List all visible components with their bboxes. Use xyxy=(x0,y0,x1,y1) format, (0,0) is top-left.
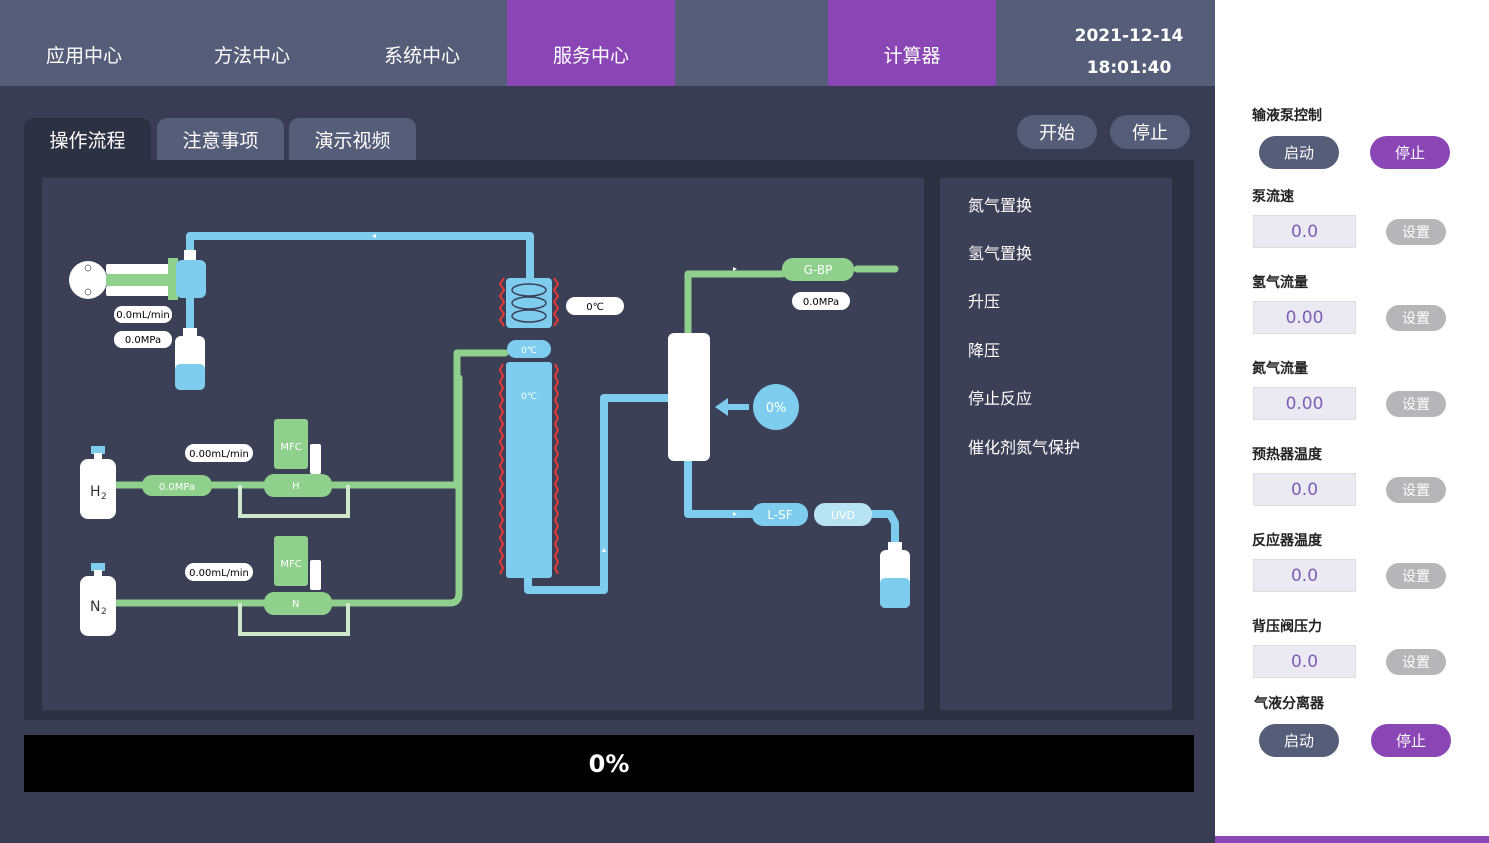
gas-liquid-separator[interactable]: 0% xyxy=(668,333,799,461)
separator-label: 气液分离器 xyxy=(1254,696,1324,712)
liquid-back-pressure-valve[interactable]: L-SF xyxy=(752,503,808,526)
control-sidebar xyxy=(1215,0,1489,843)
tab-demo-video[interactable]: 演示视频 xyxy=(289,118,416,160)
reactor-temp-input[interactable]: 0.0 xyxy=(1253,559,1356,592)
mfc-h2-label: MFC xyxy=(280,442,301,453)
h2-label: H xyxy=(90,484,101,500)
mfc-n2-gas: N xyxy=(292,599,299,610)
step-item-catalyst-protect[interactable]: 催化剂氮气保护 xyxy=(968,434,1080,458)
reactor-temp-value: 0℃ xyxy=(521,392,537,402)
step-item-pressurize[interactable]: 升压 xyxy=(968,288,1000,312)
pump-control-label: 输液泵控制 xyxy=(1252,108,1322,124)
mfc-n2-label: MFC xyxy=(280,559,301,570)
pump-start-button[interactable]: 启动 xyxy=(1259,136,1339,169)
h2-flow-rate-label: 氢气流量 xyxy=(1252,275,1308,291)
step-item-n2-purge[interactable]: 氮气置换 xyxy=(968,192,1032,216)
n2-subscript: 2 xyxy=(101,607,107,617)
h2-flow-value: 0.00mL/min xyxy=(189,449,249,460)
progress-bar: 0% xyxy=(24,735,1194,792)
tab-notes[interactable]: 注意事项 xyxy=(157,118,284,160)
preheater[interactable] xyxy=(498,277,560,328)
clock-time: 18:01:40 xyxy=(1086,58,1172,78)
h2-subscript: 2 xyxy=(101,492,107,502)
h2-pressure-gauge: 0.0MPa xyxy=(142,475,212,496)
process-diagram-svg: 0.0mL/min 0.0MPa H 2 N 2 0.0MPa MFC H 0.… xyxy=(69,232,910,636)
n2-label: N xyxy=(90,599,100,615)
sidebar-accent-bar xyxy=(1215,836,1489,843)
mfc-h2[interactable]: MFC H xyxy=(264,419,332,497)
preheater-temp-label: 预热器温度 xyxy=(1252,447,1322,463)
nav-app-center[interactable]: 应用中心 xyxy=(0,0,168,86)
step-item-stop-reaction[interactable]: 停止反应 xyxy=(968,385,1032,409)
uv-detector[interactable]: UVD xyxy=(814,503,872,526)
preheater-temp-label: 0℃ xyxy=(566,297,624,315)
clock: 2021-12-14 18:01:40 xyxy=(1040,20,1218,84)
n2-flow-rate-label: 氮气流量 xyxy=(1252,361,1308,377)
n2-flow-rate-set-button[interactable]: 设置 xyxy=(1386,391,1446,417)
step-list: 氮气置换 氢气置换 升压 降压 停止反应 催化剂氮气保护 xyxy=(940,178,1172,710)
reagent-bottle xyxy=(175,328,205,390)
nav-system-center[interactable]: 系统中心 xyxy=(338,0,506,86)
back-pressure-label: 背压阀压力 xyxy=(1252,619,1322,635)
separator-stop-button[interactable]: 停止 xyxy=(1371,724,1451,757)
h2-flow-label: 0.00mL/min xyxy=(185,444,253,462)
back-pressure-input[interactable]: 0.0 xyxy=(1253,645,1356,678)
mfc-n2[interactable]: MFC N xyxy=(264,536,332,615)
separator-level-value: 0% xyxy=(766,401,787,416)
progress-value: 0% xyxy=(588,749,630,778)
tab-operation-flow[interactable]: 操作流程 xyxy=(24,118,151,160)
h2-pressure-value: 0.0MPa xyxy=(159,482,195,493)
h2-flow-rate-set-button[interactable]: 设置 xyxy=(1386,305,1446,331)
gas-back-pressure-valve[interactable]: G-BP xyxy=(782,258,854,281)
back-pressure-set-button[interactable]: 设置 xyxy=(1386,649,1446,675)
clock-date: 2021-12-14 xyxy=(1074,26,1184,46)
preheater-temp-input[interactable]: 0.0 xyxy=(1253,473,1356,506)
gbp-label: G-BP xyxy=(804,263,833,277)
reactor-temp-label: 反应器温度 xyxy=(1252,533,1322,549)
pump-stop-button[interactable]: 停止 xyxy=(1370,136,1450,169)
top-nav: 应用中心 方法中心 系统中心 服务中心 计算器 2021-12-14 18:01… xyxy=(0,0,1215,86)
mfc-h2-gas: H xyxy=(292,481,300,492)
start-button[interactable]: 开始 xyxy=(1017,115,1097,149)
step-item-depressurize[interactable]: 降压 xyxy=(968,337,1000,361)
gbp-pressure-label: 0.0MPa xyxy=(792,292,850,310)
n2-cylinder: N 2 xyxy=(80,563,116,636)
pump-flow-value: 0.0mL/min xyxy=(116,310,169,321)
n2-flow-value: 0.00mL/min xyxy=(189,568,249,579)
preheater-outlet: 0℃ xyxy=(507,340,551,358)
nav-service-center[interactable]: 服务中心 xyxy=(507,0,675,86)
separator-start-button[interactable]: 启动 xyxy=(1259,724,1339,757)
h2-flow-rate-input[interactable]: 0.00 xyxy=(1253,301,1356,334)
pump-flow-rate-label: 泵流速 xyxy=(1252,189,1294,205)
gbp-pressure-value: 0.0MPa xyxy=(803,297,839,308)
collection-bottle xyxy=(880,542,910,608)
n2-flow-label: 0.00mL/min xyxy=(185,563,253,581)
reactor[interactable]: 0℃ xyxy=(498,362,560,578)
pump-pressure-label: 0.0MPa xyxy=(114,331,172,348)
nav-calculator[interactable]: 计算器 xyxy=(828,0,996,86)
h2-cylinder: H 2 xyxy=(80,446,116,519)
nav-method-center[interactable]: 方法中心 xyxy=(168,0,336,86)
pump[interactable] xyxy=(69,250,206,300)
preheater-temp-set-button[interactable]: 设置 xyxy=(1386,477,1446,503)
pump-flow-rate-input[interactable]: 0.0 xyxy=(1253,215,1356,248)
pump-flow-rate-set-button[interactable]: 设置 xyxy=(1386,219,1446,245)
preheater-temp-value: 0℃ xyxy=(586,302,604,313)
pump-flow-label: 0.0mL/min xyxy=(114,306,172,323)
preheater-outlet-temp: 0℃ xyxy=(521,346,537,356)
n2-flow-rate-input[interactable]: 0.00 xyxy=(1253,387,1356,420)
reactor-temp-set-button[interactable]: 设置 xyxy=(1386,563,1446,589)
stop-button[interactable]: 停止 xyxy=(1110,115,1190,149)
pump-pressure-value: 0.0MPa xyxy=(125,335,161,346)
uvd-label: UVD xyxy=(831,509,855,522)
step-item-h2-purge[interactable]: 氢气置换 xyxy=(968,240,1032,264)
lsf-label: L-SF xyxy=(767,508,792,522)
process-diagram: 0.0mL/min 0.0MPa H 2 N 2 0.0MPa MFC H 0.… xyxy=(42,178,924,710)
